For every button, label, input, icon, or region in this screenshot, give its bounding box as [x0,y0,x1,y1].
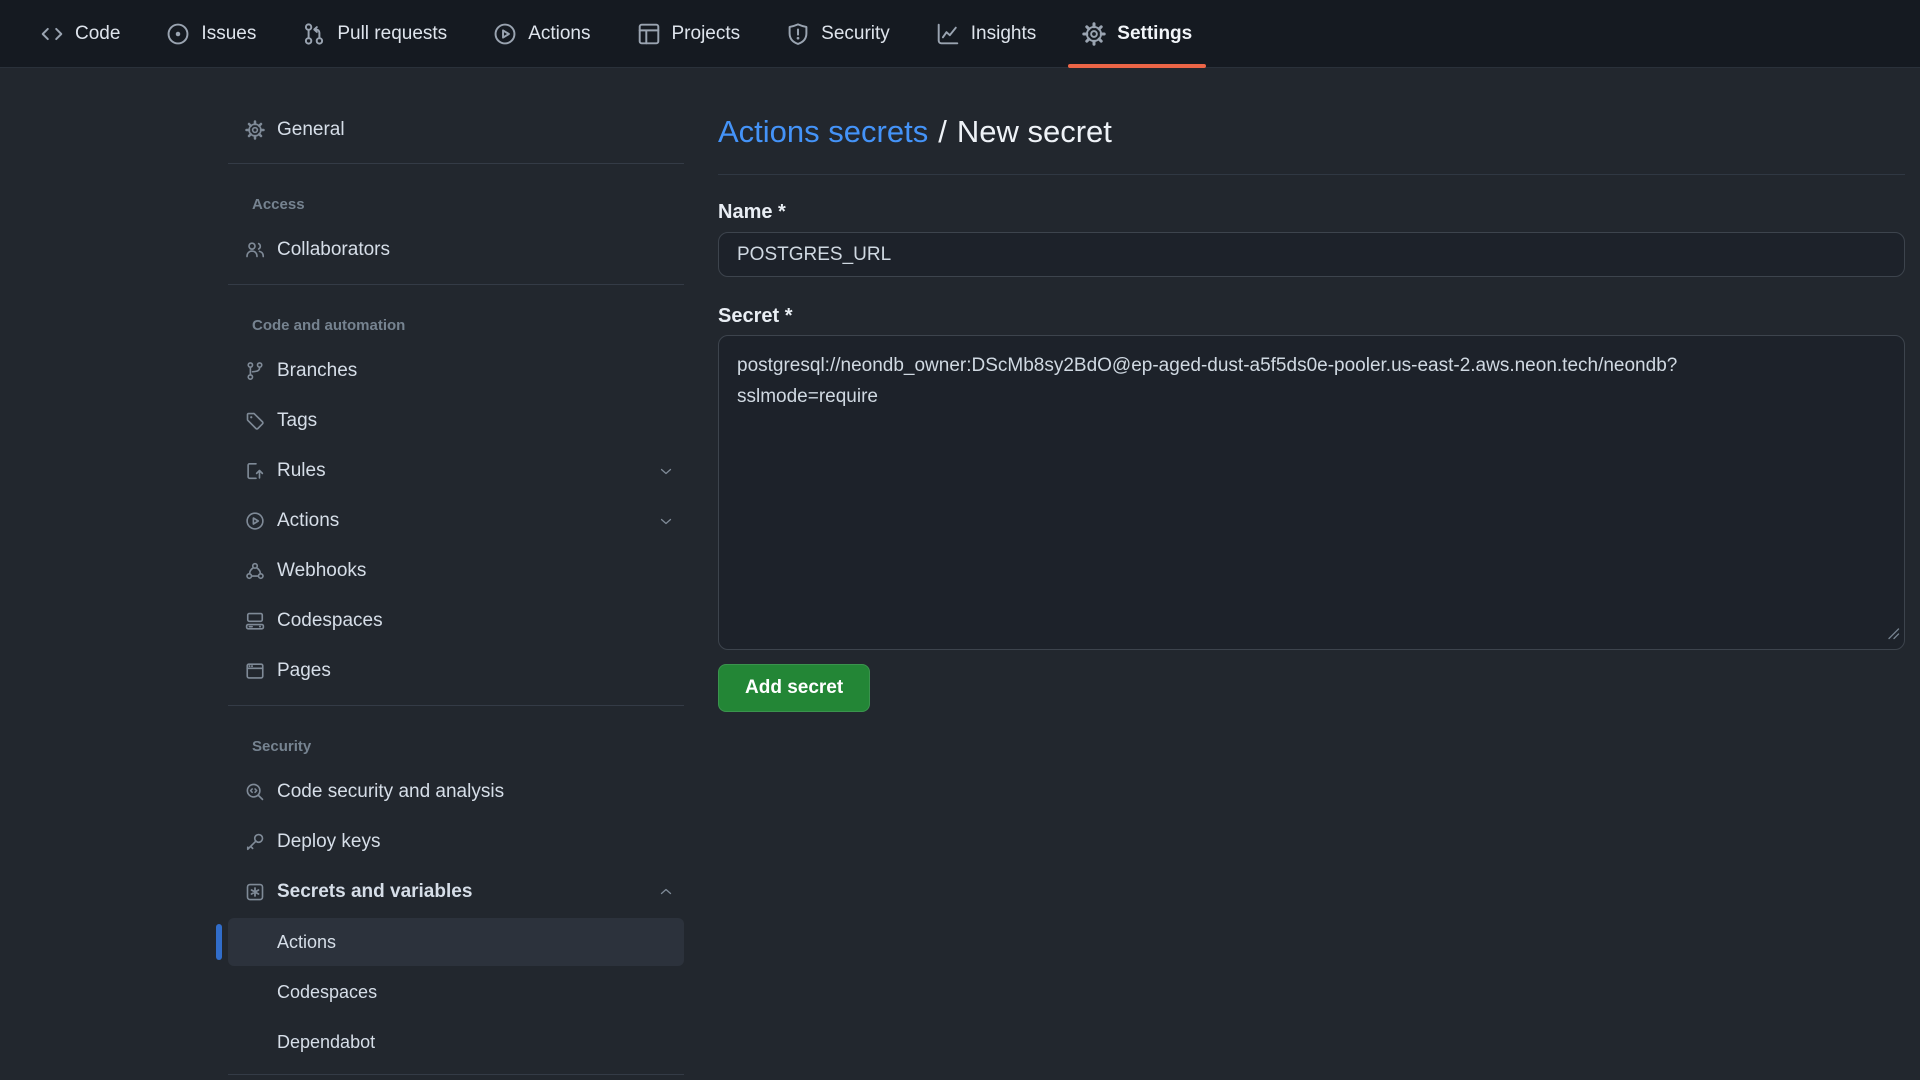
nav-tab-label: Pull requests [337,23,447,45]
sidebar-item-label: Webhooks [277,560,366,582]
sidebar-divider [228,1074,684,1075]
sidebar-item-label: Secrets and variables [277,881,472,903]
play-icon [245,511,265,531]
people-icon [245,240,265,260]
sidebar-item-label: Code security and analysis [277,781,504,803]
secret-value-wrap: postgresql://neondb_owner:DScMb8sy2BdO@e… [718,335,1905,650]
chevron-up-icon [658,884,674,900]
chevron-down-icon [658,513,674,529]
code-scan-icon [245,782,265,802]
sidebar-subitem-label: Actions [277,932,336,953]
nav-tab-security[interactable]: Security [770,0,906,67]
sidebar-item-label: Codespaces [277,610,383,632]
sidebar-item-tags[interactable]: Tags [228,397,684,445]
tag-icon [245,411,265,431]
sidebar-item-collaborators[interactable]: Collaborators [228,226,684,274]
nav-tab-pull-requests[interactable]: Pull requests [286,0,463,67]
name-field-label: Name * [718,199,1905,225]
sidebar-subitem-dependabot[interactable]: Dependabot [228,1018,684,1066]
secret-value-textarea[interactable]: postgresql://neondb_owner:DScMb8sy2BdO@e… [718,335,1905,650]
sidebar-subitem-codespaces[interactable]: Codespaces [228,968,684,1016]
nav-tab-issues[interactable]: Issues [150,0,272,67]
nav-tab-label: Issues [201,23,256,45]
key-icon [245,832,265,852]
sidebar-item-label: Tags [277,410,317,432]
actions-secrets-breadcrumb-link[interactable]: Actions secrets [718,114,928,149]
nav-tab-projects[interactable]: Projects [621,0,757,67]
heading-divider [718,174,1905,175]
gear-icon [1082,22,1106,46]
sidebar-section-access: Access [228,182,684,226]
sidebar-item-codespaces[interactable]: Codespaces [228,597,684,645]
sidebar-item-label: Branches [277,360,357,382]
add-secret-button[interactable]: Add secret [718,664,870,712]
nav-tab-label: Projects [672,23,741,45]
shield-icon [786,22,810,46]
nav-tab-label: Code [75,23,120,45]
nav-tab-actions[interactable]: Actions [477,0,606,67]
gear-icon [245,120,265,140]
sidebar-divider [228,284,684,285]
nav-tab-label: Security [821,23,890,45]
nav-tab-label: Settings [1117,23,1192,45]
new-secret-panel: Actions secrets / New secret Name * Secret… [718,68,1905,712]
sidebar-item-secrets-and-variables[interactable]: Secrets and variables [228,868,684,916]
sidebar-item-label: Collaborators [277,239,390,261]
sidebar-item-label: General [277,119,345,141]
nav-tab-insights[interactable]: Insights [920,0,1052,67]
git-branch-icon [245,361,265,381]
sidebar-item-label: Deploy keys [277,831,381,853]
settings-sidebar: General Access Collaborators Code and au… [216,68,698,1075]
repo-tab-bar: Code Issues Pull requests Actions Projec… [0,0,1920,68]
page-title: Actions secrets / New secret [718,112,1905,152]
asterisk-box-icon [245,882,265,902]
code-icon [40,22,64,46]
sidebar-divider [228,163,684,164]
sidebar-item-label: Rules [277,460,326,482]
sidebar-subitem-actions[interactable]: Actions [228,918,684,966]
codespaces-icon [245,611,265,631]
sidebar-item-webhooks[interactable]: Webhooks [228,547,684,595]
browser-icon [245,661,265,681]
sidebar-subitem-label: Codespaces [277,982,377,1003]
chevron-down-icon [658,463,674,479]
textarea-resize-handle[interactable] [1885,625,1901,646]
issue-opened-icon [166,22,190,46]
sidebar-item-general[interactable]: General [228,106,684,154]
sidebar-item-label: Actions [277,510,339,532]
nav-tab-code[interactable]: Code [24,0,136,67]
pull-request-icon [302,22,326,46]
sidebar-item-branches[interactable]: Branches [228,347,684,395]
nav-tab-label: Insights [971,23,1036,45]
graph-icon [936,22,960,46]
sidebar-section-security: Security [228,724,684,768]
nav-tab-settings[interactable]: Settings [1066,0,1208,67]
sidebar-section-code-and-automation: Code and automation [228,303,684,347]
page-title-current: New secret [957,114,1112,149]
add-secret-button-label: Add secret [745,677,843,698]
sidebar-subitem-label: Dependabot [277,1032,375,1053]
play-icon [493,22,517,46]
sidebar-item-code-security[interactable]: Code security and analysis [228,768,684,816]
breadcrumb-separator: / [938,114,947,149]
secret-field-label: Secret * [718,303,1905,329]
secret-name-input[interactable] [718,232,1905,277]
table-icon [637,22,661,46]
nav-tab-label: Actions [528,23,590,45]
sidebar-item-label: Pages [277,660,331,682]
sidebar-item-deploy-keys[interactable]: Deploy keys [228,818,684,866]
webhook-icon [245,561,265,581]
sidebar-divider [228,705,684,706]
sidebar-item-actions[interactable]: Actions [228,497,684,545]
rules-icon [245,461,265,481]
sidebar-item-pages[interactable]: Pages [228,647,684,695]
sidebar-item-rules[interactable]: Rules [228,447,684,495]
